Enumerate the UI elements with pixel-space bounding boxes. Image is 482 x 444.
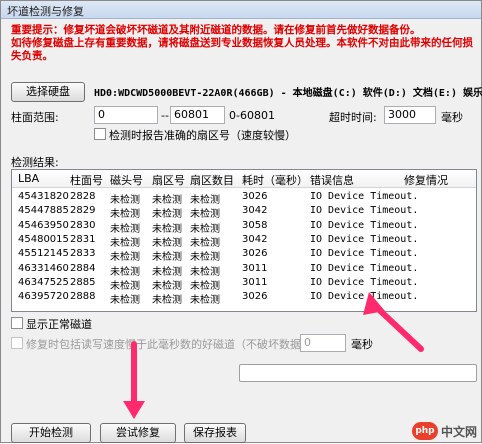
arrow-to-repair-button: [123, 341, 145, 419]
watermark-logo: php: [411, 422, 438, 440]
watermark-text: 中文网: [440, 424, 477, 439]
bad-sector-window: 坏道检测与修复 重要提示：修复坏道会破坏坏磁道及其附近磁道的数据。请在修复前首先…: [0, 0, 482, 443]
watermark: php 中文网: [411, 422, 477, 440]
arrow-to-results: [363, 292, 424, 352]
annotation-arrows: [123, 292, 424, 419]
